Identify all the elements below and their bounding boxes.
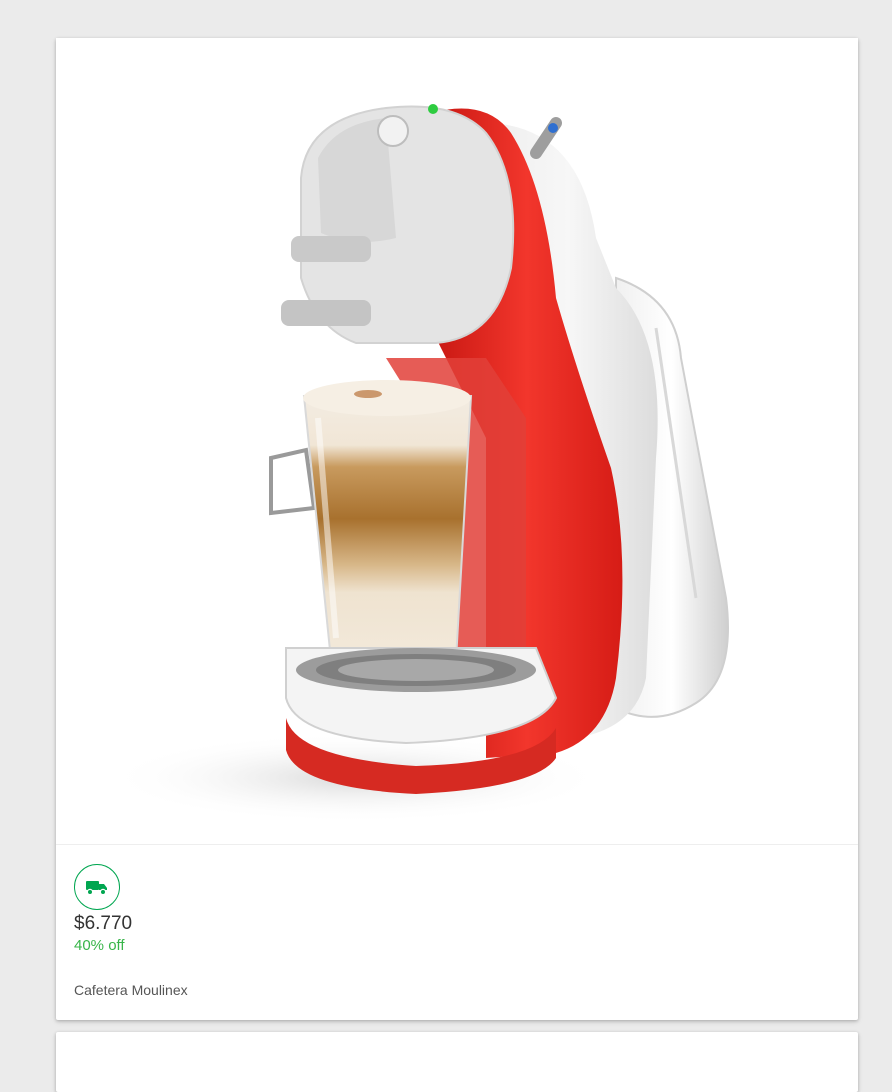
product-price: $6.770 — [74, 913, 133, 934]
truck-icon — [86, 881, 107, 896]
product-card[interactable]: $6.770 40% off Cafetera Moulinex — [56, 38, 858, 1020]
product-title[interactable]: Cafetera Moulinex — [74, 981, 840, 999]
free-shipping-badge — [74, 864, 120, 910]
coffee-machine-illustration — [106, 104, 729, 823]
product-info: $6.770 40% off Cafetera Moulinex — [74, 864, 840, 999]
discount-label: 40% off — [74, 937, 125, 954]
product-image[interactable] — [56, 38, 858, 845]
product-card[interactable] — [56, 1032, 858, 1092]
